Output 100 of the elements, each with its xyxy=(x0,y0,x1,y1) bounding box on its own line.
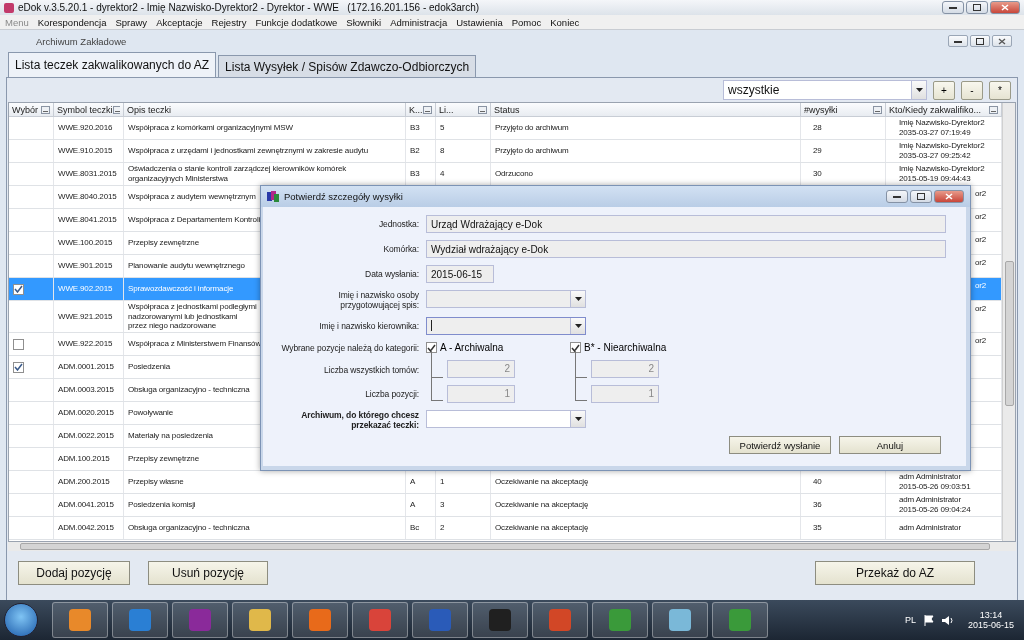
dropdown-button[interactable] xyxy=(570,291,585,307)
close-button[interactable] xyxy=(992,35,1012,47)
clock[interactable]: 13:14 2015-06-15 xyxy=(961,610,1020,630)
table-row[interactable]: WWE.8031.2015 Oświadczenia o stanie kontroli zarządczej kierowników komórek organizacyjnych Ministerstwa B3 4 Odrzucono 30 Imię Nazwisko-Dyrektor2 2015-05-19 09:44:43 xyxy=(9,163,1002,186)
table-cell: or2 xyxy=(975,336,987,346)
minimize-icon xyxy=(893,195,901,198)
filter-icon[interactable] xyxy=(41,105,50,114)
checkbox[interactable] xyxy=(570,342,581,353)
column-header[interactable]: Symbol teczki xyxy=(54,103,124,116)
speaker-icon[interactable] xyxy=(941,614,954,626)
minimize-button[interactable] xyxy=(886,190,908,203)
taskbar-button[interactable] xyxy=(172,602,228,638)
taskbar-button[interactable] xyxy=(352,602,408,638)
table-row[interactable]: ADM.200.2015 Przepisy własne A 1 Oczekiwanie na akceptację 40 adm Administrator 2015-05-26 09:03:51 xyxy=(9,471,1002,494)
table-cell: Współpraca z jednostkami podległymi nadzorowanymi lub jednostkami przez niego nadzorowane xyxy=(128,302,257,331)
table-row[interactable]: WWE.910.2015 Współpraca z urzędami i jednostkami zewnętrznymi w zakresie audytu B2 8 Przyjęto do archiwum 29 Imię Nazwisko-Dyrektor2 2035-03-27 09:25:42 xyxy=(9,140,1002,163)
menu-item[interactable]: Koniec xyxy=(550,16,580,28)
taskbar-button[interactable] xyxy=(652,602,708,638)
minimize-button[interactable] xyxy=(948,35,968,47)
dropdown-button[interactable] xyxy=(911,81,926,99)
table-cell: ADM.0041.2015 xyxy=(58,500,114,510)
table-row[interactable]: ADM.0041.2015 Posiedzenia komisji A 3 Oczekiwanie na akceptację 36 adm Administrator 2015-05-26 09:04:24 xyxy=(9,494,1002,517)
table-cell: Obsługa organizacyjno - techniczna xyxy=(128,385,250,395)
action-button[interactable]: Przekaż do AZ xyxy=(815,560,975,585)
dropdown-button[interactable] xyxy=(570,411,585,427)
table-cell: or2 xyxy=(975,189,987,199)
menu-item[interactable]: Ustawienia xyxy=(456,16,503,28)
table-cell: Oświadczenia o stanie kontroli zarządczej kierowników komórek organizacyjnych Ministerstwa xyxy=(128,164,347,184)
taskbar-button[interactable] xyxy=(472,602,528,638)
dialog-button[interactable]: Anuluj xyxy=(839,436,941,454)
app-icon xyxy=(267,191,279,202)
menu-item[interactable]: Rejestry xyxy=(211,16,247,28)
checkbox[interactable] xyxy=(13,338,24,350)
menu-item[interactable]: Akceptacje xyxy=(156,16,203,28)
taskbar-button[interactable] xyxy=(112,602,168,638)
filter-icon[interactable] xyxy=(873,105,882,114)
text-cursor xyxy=(431,319,432,331)
tab[interactable]: Lista Wysyłek / Spisów Zdawczo-Odbiorczych xyxy=(218,55,477,77)
dropdown[interactable]: wszystkie xyxy=(723,80,927,100)
checkbox[interactable] xyxy=(13,361,24,373)
table-cell: ADM.0042.2015 xyxy=(58,523,114,533)
scrollbar[interactable] xyxy=(1002,103,1015,541)
checkbox[interactable] xyxy=(13,283,24,295)
taskbar-button[interactable] xyxy=(52,602,108,638)
checkbox[interactable] xyxy=(426,342,437,353)
action-button[interactable]: Dodaj pozycję xyxy=(18,560,130,585)
taskbar-button[interactable] xyxy=(592,602,648,638)
date-field[interactable]: 2015-06-15 xyxy=(426,265,494,283)
scrollbar[interactable] xyxy=(8,542,1016,551)
menu-item[interactable]: Słowniki xyxy=(346,16,382,28)
filter-icon[interactable] xyxy=(423,105,432,114)
maximize-button[interactable] xyxy=(966,1,988,14)
table-row[interactable]: WWE.920.2016 Współpraca z komórkami organizacyjnymi MSW B3 5 Przyjęto do archiwum 28 Imię Nazwisko-Dyrektor2 2035-03-27 07:19:49 xyxy=(9,117,1002,140)
taskbar-button[interactable] xyxy=(532,602,588,638)
flag-icon[interactable] xyxy=(923,614,934,626)
toolbar-button[interactable]: + xyxy=(933,80,955,100)
taskbar-button[interactable] xyxy=(412,602,468,638)
menu-item[interactable]: Sprawy xyxy=(115,16,148,28)
filter-icon[interactable] xyxy=(478,105,487,114)
module-title: Archiwum Zakładowe xyxy=(36,35,127,47)
text-field[interactable]: Urząd Wdrażający e-Dok xyxy=(426,215,946,233)
minimize-button[interactable] xyxy=(942,1,964,14)
column-header[interactable]: K... xyxy=(406,103,436,116)
column-header[interactable]: Opis teczki xyxy=(124,103,406,116)
start-button[interactable] xyxy=(4,603,38,637)
restore-button[interactable] xyxy=(970,35,990,47)
menu-item[interactable]: Funkcje dodatkowe xyxy=(255,16,338,28)
close-button[interactable] xyxy=(990,1,1020,14)
action-button[interactable]: Usuń pozycję xyxy=(148,560,268,585)
close-button[interactable] xyxy=(934,190,964,203)
column-header[interactable]: Li... xyxy=(436,103,491,116)
dialog-button[interactable]: Potwierdź wysłanie xyxy=(729,436,831,454)
taskbar-button[interactable] xyxy=(712,602,768,638)
text-field[interactable]: Wydział wdrażający e-Dok xyxy=(426,240,946,258)
maximize-button[interactable] xyxy=(910,190,932,203)
table-cell: 3 xyxy=(440,500,445,510)
toolbar-button[interactable]: * xyxy=(989,80,1011,100)
column-header[interactable]: Wybór xyxy=(9,103,54,116)
tab[interactable]: Lista teczek zakwalikowanych do AZ xyxy=(8,52,217,77)
taskbar-button[interactable] xyxy=(232,602,288,638)
menu-item[interactable]: Korespondencja xyxy=(37,16,107,28)
table-cell: A xyxy=(410,500,416,510)
scrollbar-thumb[interactable] xyxy=(1004,261,1014,406)
dropdown-button[interactable] xyxy=(570,318,585,334)
table-row[interactable]: ADM.0042.2015 Obsługa organizacyjno - techniczna Bc 2 Oczekiwanie na akceptację 35 adm Administrator xyxy=(9,517,1002,540)
menu-item[interactable]: Administracja xyxy=(390,16,448,28)
language-indicator[interactable]: PL xyxy=(904,615,916,625)
column-header[interactable]: #wysyłki xyxy=(801,103,886,116)
filter-icon[interactable] xyxy=(989,105,998,114)
toolbar-button[interactable]: - xyxy=(961,80,983,100)
taskbar-button[interactable] xyxy=(292,602,348,638)
table-cell: WWE.8040.2015 xyxy=(58,192,117,202)
column-header[interactable]: Status xyxy=(491,103,801,116)
table-cell: Posiedzenia komisji xyxy=(128,500,196,510)
filter-icon[interactable] xyxy=(112,105,120,114)
scrollbar-thumb[interactable] xyxy=(20,543,990,550)
check-icon xyxy=(571,343,580,352)
table-cell: or2 xyxy=(975,258,987,268)
menu-item[interactable]: Pomoc xyxy=(511,16,542,28)
table-cell: 8 xyxy=(440,146,445,156)
